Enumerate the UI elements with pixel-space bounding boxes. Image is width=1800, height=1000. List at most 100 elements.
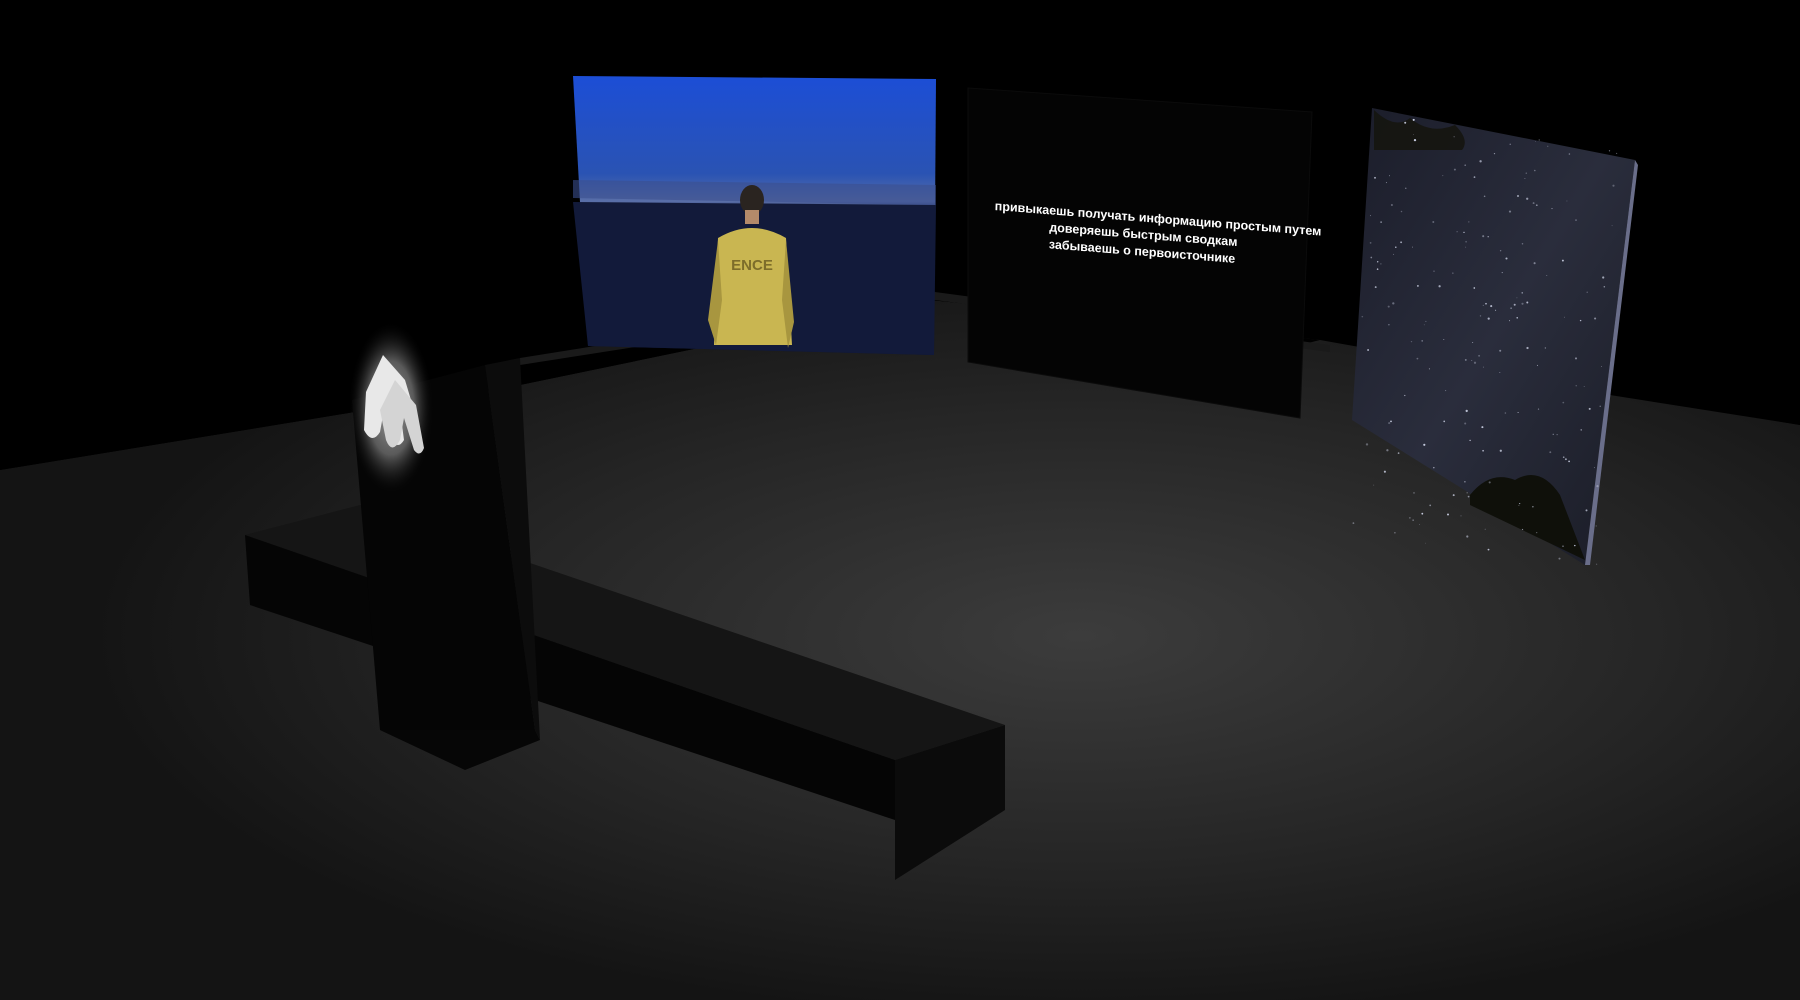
star (1588, 407, 1591, 410)
star (1603, 285, 1606, 288)
star (1412, 519, 1414, 521)
star (1482, 366, 1484, 368)
star (1509, 143, 1511, 145)
star (1464, 422, 1467, 425)
star (1535, 140, 1536, 142)
gallery-scene: ENCE привыкаешь получать информацию прос… (0, 0, 1800, 1000)
star (1516, 297, 1518, 299)
star (1428, 368, 1430, 370)
star (1416, 284, 1419, 287)
star (1425, 542, 1427, 544)
star (1499, 449, 1502, 452)
star (1546, 274, 1548, 276)
star (1471, 360, 1473, 361)
star (1525, 172, 1528, 174)
star (1485, 302, 1487, 305)
star (1562, 456, 1565, 459)
star (1499, 250, 1502, 252)
star (1452, 272, 1454, 274)
star (1452, 494, 1455, 497)
star (1487, 317, 1490, 320)
star (1532, 202, 1535, 205)
star (1563, 316, 1565, 318)
star (1568, 153, 1571, 155)
star (1612, 184, 1615, 187)
star (1438, 285, 1441, 288)
star (1564, 458, 1567, 461)
star (1517, 195, 1519, 197)
star (1501, 272, 1503, 274)
star (1580, 429, 1582, 431)
star (1583, 386, 1585, 387)
star (1499, 372, 1501, 373)
star (1602, 276, 1605, 279)
star (1388, 324, 1390, 326)
star (1495, 309, 1497, 311)
star (1487, 548, 1490, 551)
star (1383, 470, 1386, 473)
star (1421, 340, 1424, 342)
star (1499, 349, 1502, 352)
star (1521, 302, 1524, 305)
star (1464, 358, 1467, 361)
star (1373, 484, 1375, 486)
star (1376, 268, 1379, 270)
star (1608, 150, 1611, 152)
star (1429, 504, 1432, 507)
star (1575, 385, 1577, 387)
star (1487, 235, 1489, 238)
star (1537, 408, 1540, 410)
star (1465, 240, 1467, 243)
star (1405, 187, 1407, 189)
star (1400, 241, 1403, 244)
star (1483, 195, 1486, 198)
star (1533, 262, 1536, 265)
star (1392, 302, 1395, 305)
star (1616, 152, 1618, 154)
star (1518, 504, 1520, 506)
star (1386, 449, 1389, 452)
star (1513, 303, 1516, 306)
star (1509, 320, 1511, 322)
star (1556, 434, 1558, 436)
star (1421, 512, 1424, 515)
star (1579, 319, 1582, 322)
star (1456, 231, 1458, 233)
star (1453, 168, 1456, 171)
star (1447, 513, 1449, 516)
star (1532, 506, 1534, 508)
star (1423, 324, 1425, 326)
star (1508, 210, 1512, 213)
star (1467, 495, 1470, 498)
star (1517, 411, 1519, 414)
star (1538, 139, 1540, 141)
star (1404, 121, 1407, 124)
star (1465, 409, 1468, 413)
star (1505, 257, 1508, 260)
star (1397, 452, 1400, 454)
star (1490, 305, 1493, 308)
star (1526, 346, 1529, 350)
star (1473, 176, 1476, 178)
star (1473, 361, 1477, 364)
star (1535, 204, 1538, 207)
star (1443, 339, 1445, 340)
star (1370, 256, 1373, 259)
star (1393, 253, 1395, 255)
scene-svg: ENCE (0, 0, 1800, 1000)
star (1595, 525, 1597, 527)
star (1433, 270, 1435, 272)
star (1395, 246, 1397, 249)
star (1443, 420, 1446, 423)
star (1473, 287, 1476, 289)
star (1561, 259, 1564, 262)
star (1484, 528, 1486, 530)
star (1380, 221, 1382, 223)
star (1482, 304, 1484, 306)
star (1433, 466, 1435, 469)
star (1469, 439, 1471, 442)
star (1594, 317, 1597, 320)
star (1412, 134, 1414, 135)
star (1412, 246, 1413, 248)
star (1425, 320, 1427, 322)
